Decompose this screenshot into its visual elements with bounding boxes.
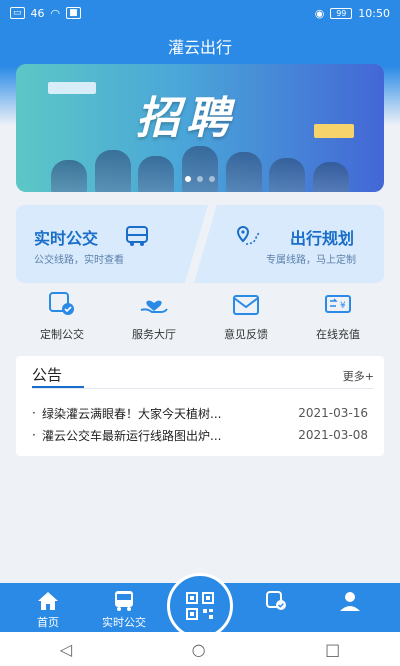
sim-icon: ▭	[10, 7, 25, 19]
bus-tab-icon	[115, 591, 133, 611]
recharge-card-icon: ¥	[325, 295, 351, 313]
notice-more-link[interactable]: 更多+	[343, 368, 374, 384]
trip-planning-card[interactable]: 出行规划 专属线路，马上定制	[194, 205, 384, 283]
location-icon: ◉	[314, 6, 325, 20]
custom-bus-button[interactable]: 定制公交	[16, 290, 108, 350]
trip-planning-title: 出行规划	[290, 229, 355, 248]
feedback-label: 意见反馈	[224, 328, 268, 341]
realtime-bus-subtitle: 公交线路，实时查看	[34, 255, 124, 266]
realtime-bus-title: 实时公交	[34, 229, 99, 248]
wifi-icon: ◠	[50, 6, 61, 20]
tab-custom[interactable]	[246, 583, 306, 632]
notice-item[interactable]: · 绿染灌云满眼春！大家今天植树... 2021-03-16	[32, 404, 368, 422]
custom-bus-tab-icon	[266, 591, 286, 610]
notice-item-text: 灌云公交车最新运行线路图出炉...	[42, 428, 222, 443]
mail-icon	[233, 295, 259, 315]
app-title: 灌云出行	[167, 38, 232, 57]
card-decoration	[314, 124, 354, 138]
home-icon	[38, 592, 58, 610]
recents-icon[interactable]: □	[325, 640, 340, 659]
user-icon	[340, 592, 360, 611]
notice-divider	[32, 388, 374, 389]
service-hand-icon	[140, 300, 168, 313]
quick-actions: 定制公交 服务大厅 意见反馈 ¥ 在线充值	[16, 290, 384, 350]
notice-panel: 公告 更多+ · 绿染灌云满眼春！大家今天植树... 2021-03-16 · …	[16, 356, 384, 456]
notice-item-date: 2021-03-16	[298, 406, 368, 420]
home-nav-icon[interactable]: ○	[192, 640, 206, 659]
notice-item[interactable]: · 灌云公交车最新运行线路图出炉... 2021-03-08	[32, 426, 368, 444]
app-header: 灌云出行	[0, 26, 400, 66]
recruitment-banner[interactable]: 招聘	[16, 64, 384, 192]
service-hall-button[interactable]: 服务大厅	[108, 290, 200, 350]
realtime-bus-card[interactable]: 实时公交 公交线路，实时查看	[16, 205, 208, 283]
notice-title-underline	[32, 386, 84, 388]
tab-realtime-bus[interactable]: 实时公交	[94, 583, 154, 632]
carousel-indicator	[185, 176, 215, 182]
back-icon[interactable]: ◁	[60, 640, 72, 659]
signal-strength: 46	[30, 6, 45, 20]
banner-title: 招聘	[136, 93, 236, 144]
tab-home[interactable]: 首页	[18, 583, 78, 632]
tab-home-label: 首页	[37, 616, 59, 629]
notice-item-text: 绿染灌云满眼春！大家今天植树...	[42, 406, 222, 421]
qr-code-icon	[186, 592, 214, 620]
recharge-button[interactable]: ¥ 在线充值	[292, 290, 384, 350]
service-hall-label: 服务大厅	[132, 328, 176, 341]
id-card-decoration	[48, 82, 96, 94]
custom-bus-icon	[49, 292, 74, 315]
bus-icon	[126, 226, 148, 246]
status-bar: ▭ 46 ◠ ■ ◉ 99 10:50	[0, 0, 400, 26]
svg-text:¥: ¥	[340, 301, 346, 311]
tab-profile[interactable]	[320, 583, 380, 632]
custom-bus-label: 定制公交	[40, 328, 84, 341]
route-icon	[236, 225, 261, 245]
clock: 10:50	[358, 6, 390, 20]
feedback-button[interactable]: 意见反馈	[200, 290, 292, 350]
battery-level: 99	[330, 7, 353, 19]
people-illustration	[51, 140, 349, 192]
tab-realtime-bus-label: 实时公交	[102, 616, 146, 629]
recharge-label: 在线充值	[316, 328, 360, 341]
trip-planning-subtitle: 专属线路，马上定制	[266, 255, 356, 266]
notification-icon: ■	[66, 7, 81, 19]
notice-title: 公告	[32, 366, 63, 384]
system-nav-bar: ◁ ○ □	[0, 632, 400, 666]
notice-item-date: 2021-03-08	[298, 428, 368, 442]
scan-qr-button[interactable]	[167, 573, 233, 639]
